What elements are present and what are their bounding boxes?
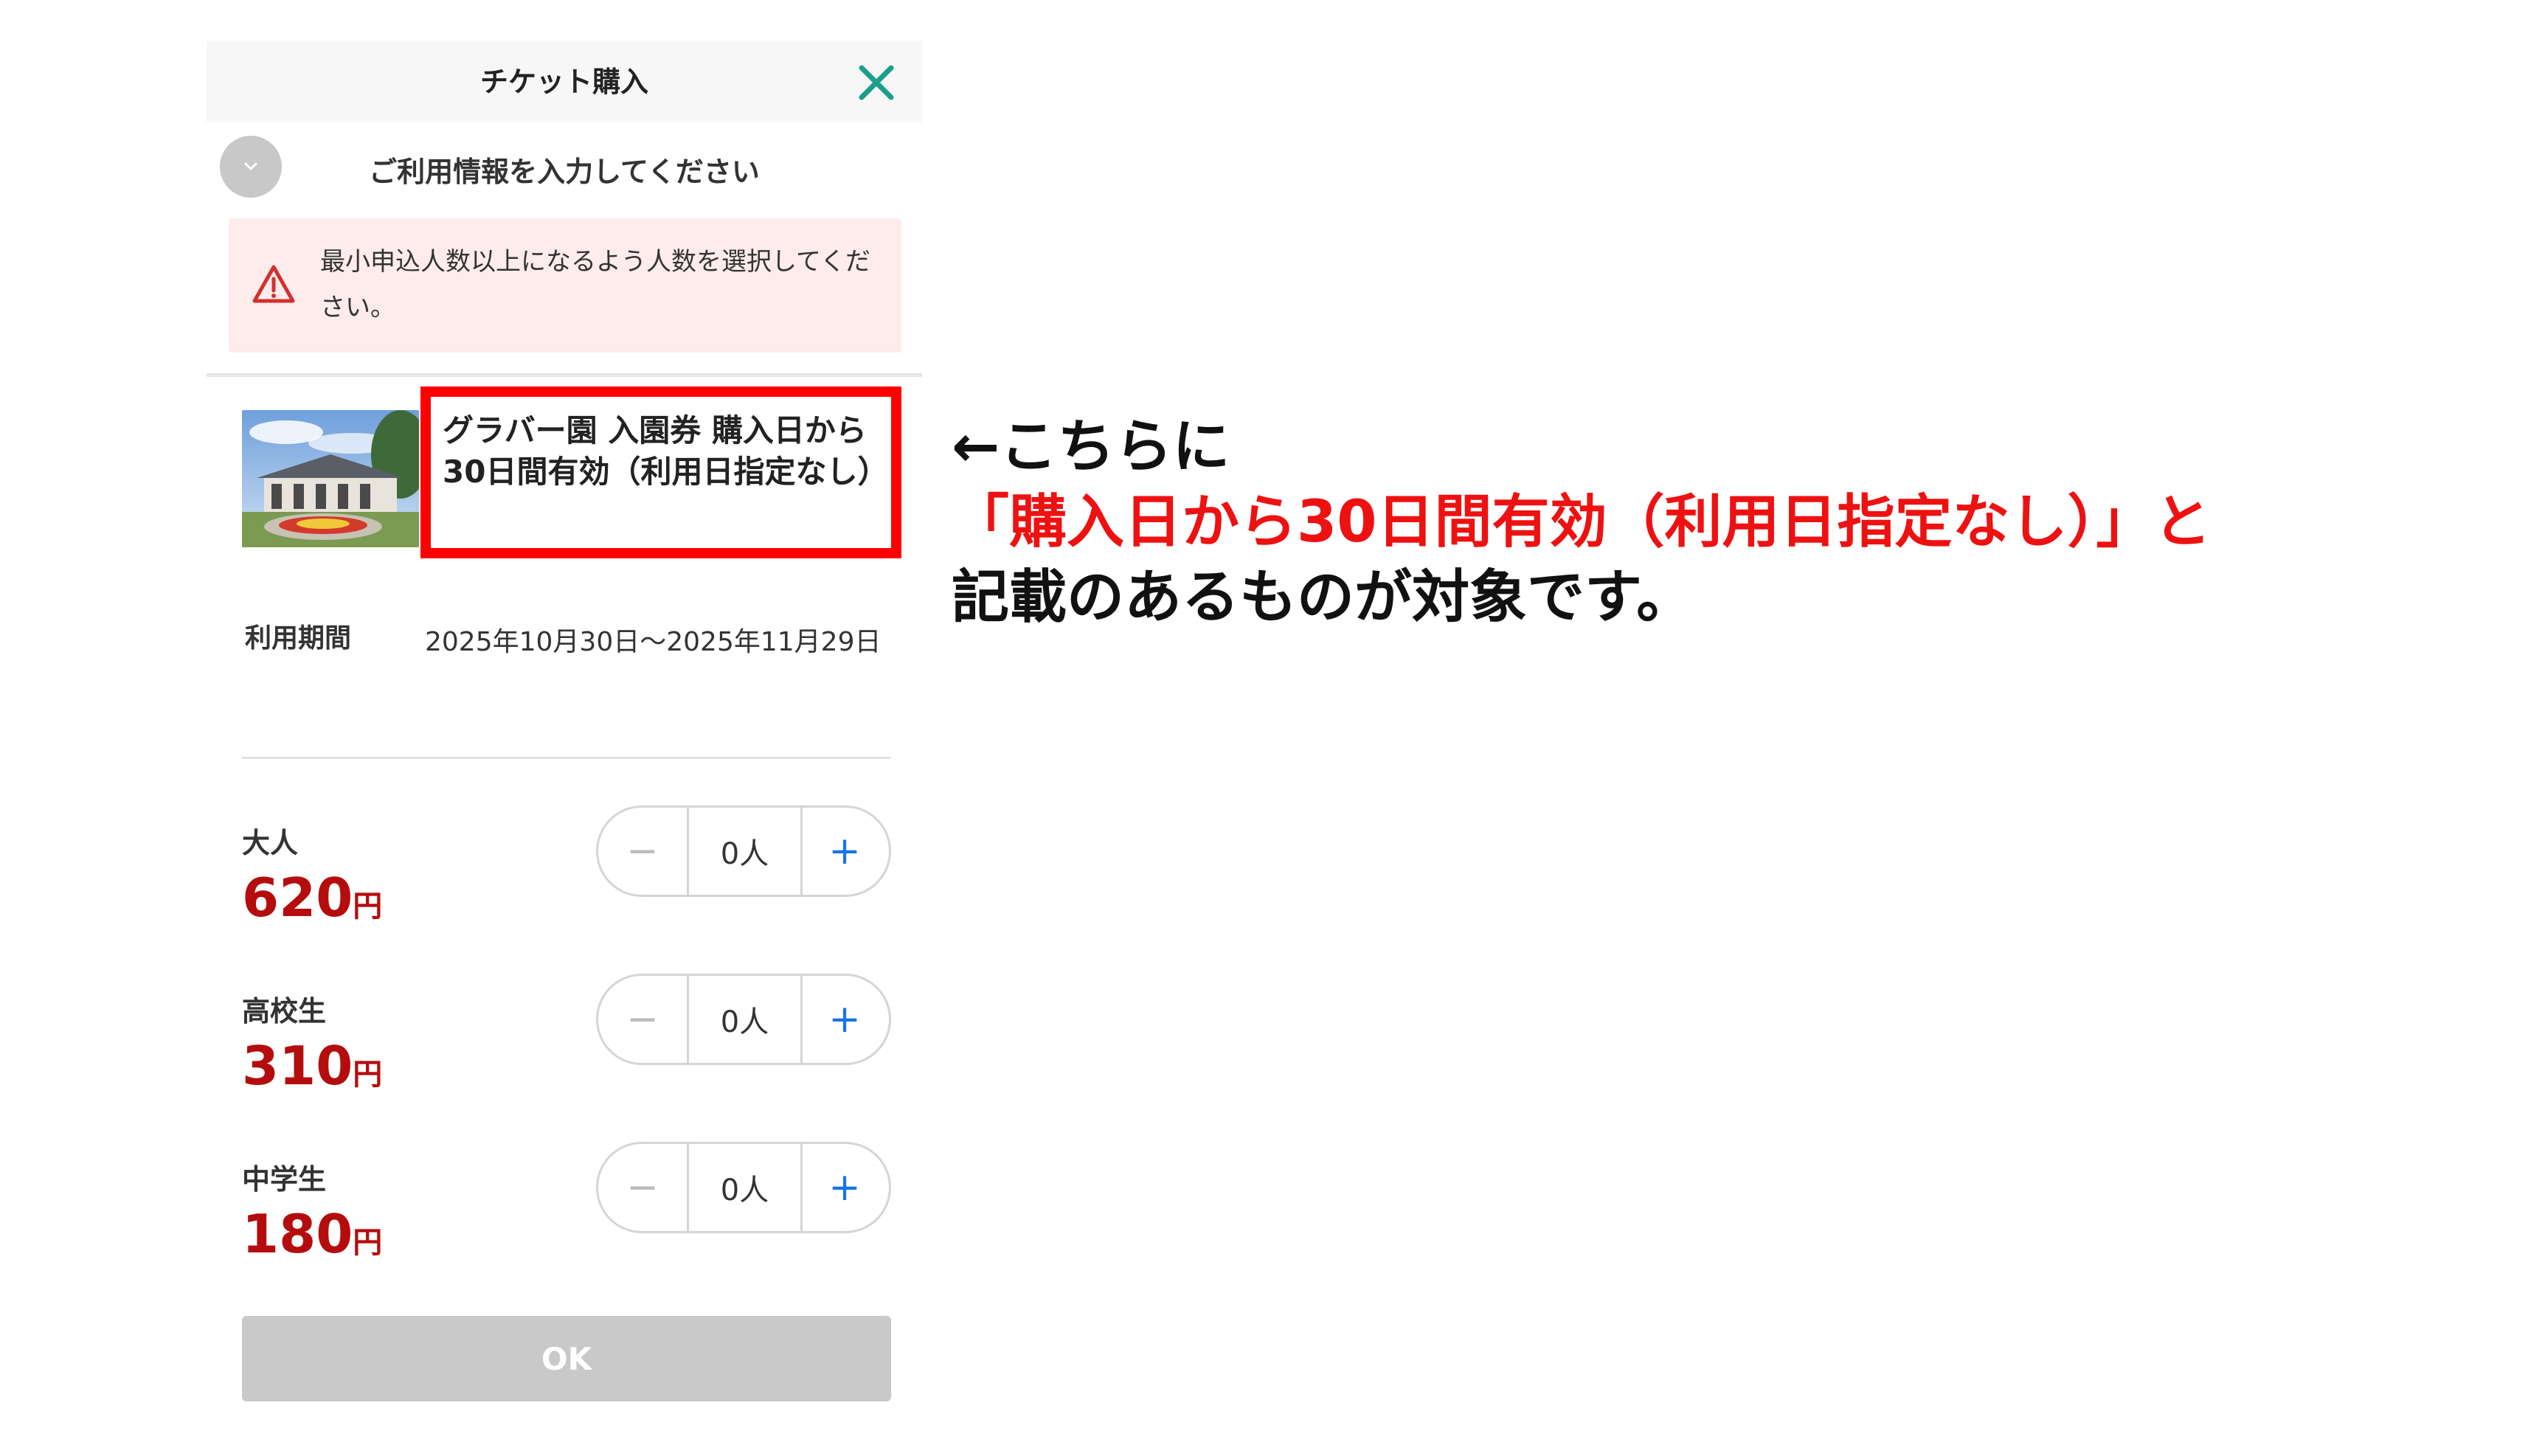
close-icon [859, 65, 894, 100]
price-unit: 円 [353, 1226, 383, 1260]
quantity-stepper: − 0人 + [596, 974, 891, 1065]
period-value: 2025年10月30日〜2025年11月29日 [425, 627, 882, 657]
divider [207, 373, 922, 377]
annotation-note: ←こちらに 「購入日から30日間有効（利用日指定なし）」と 記載のあるものが対象… [952, 409, 2501, 635]
close-button[interactable] [856, 62, 897, 103]
price-unit: 円 [353, 1058, 383, 1092]
ticket-name: 大人 [242, 827, 299, 859]
error-alert: 最小申込人数以上になるよう人数を選択してください。 [229, 218, 901, 353]
period-label: 利用期間 [245, 623, 352, 654]
price-value: 310 [242, 1035, 353, 1097]
ticket-row-adult: 大人 620円 − 0人 + [242, 805, 891, 968]
modal-title: チケット購入 [479, 66, 648, 98]
quantity-value: 0人 [720, 837, 769, 871]
ok-button[interactable]: OK [242, 1316, 891, 1401]
modal-header: チケット購入 [207, 41, 922, 122]
ticket-name: 中学生 [242, 1163, 327, 1196]
increment-button[interactable]: + [800, 976, 889, 1063]
quantity-stepper: − 0人 + [596, 805, 891, 897]
price-value: 620 [242, 867, 353, 929]
ticket-price: 180円 [242, 1201, 382, 1276]
alert-message: 最小申込人数以上になるよう人数を選択してください。 [320, 247, 870, 322]
ticket-row-junior-high: 中学生 180円 − 0人 + [242, 1142, 891, 1304]
quantity-stepper: − 0人 + [596, 1142, 891, 1233]
divider [242, 757, 891, 759]
quantity-value: 0人 [720, 1005, 769, 1039]
price-value: 180 [242, 1203, 353, 1265]
ticket-purchase-panel: チケット購入 ご利用情報を入力してください 最小申込人数以上になるよう人数を選択… [207, 41, 922, 1443]
ticket-price: 620円 [242, 864, 382, 940]
quantity-value: 0人 [720, 1174, 769, 1207]
product-image [242, 410, 419, 547]
increment-button[interactable]: + [800, 808, 889, 895]
ticket-price: 310円 [242, 1033, 382, 1108]
price-unit: 円 [353, 890, 383, 923]
section-title: ご利用情報を入力してください [369, 156, 760, 188]
decrement-button[interactable]: − [598, 976, 687, 1063]
decrement-button[interactable]: − [598, 808, 687, 895]
ticket-name: 高校生 [242, 995, 327, 1027]
annotation-line-3: 記載のあるものが対象です。 [952, 564, 1694, 631]
garden-building-photo [242, 410, 419, 547]
annotation-line-1: ←こちらに [952, 414, 1230, 480]
increment-button[interactable]: + [800, 1144, 889, 1231]
annotation-line-2: 「購入日から30日間有効（利用日指定なし）」と [952, 489, 2212, 555]
ticket-row-high-school: 高校生 310円 − 0人 + [242, 974, 891, 1136]
highlight-box [420, 386, 901, 558]
decrement-button[interactable]: − [598, 1144, 687, 1231]
warning-triangle-icon [252, 265, 295, 303]
